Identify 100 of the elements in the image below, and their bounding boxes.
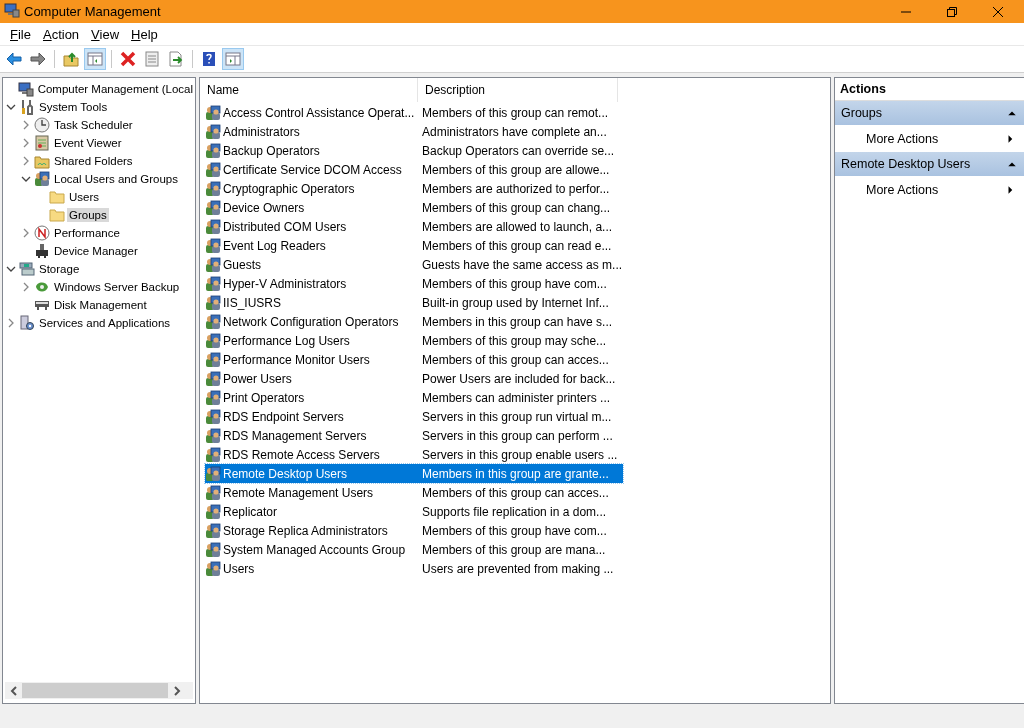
table-row[interactable]: Device Owners Members of this group can chang... — [205, 198, 623, 217]
horizontal-scrollbar[interactable] — [5, 682, 193, 699]
table-cell-text: Members of this group can read e... — [421, 238, 612, 253]
table-row[interactable]: Remote Desktop Users Members in this group are grante... — [205, 464, 623, 483]
table-cell-text: Members of this group have com... — [421, 523, 607, 538]
table-row[interactable]: RDS Remote Access Servers Servers in this group enable users ... — [205, 445, 623, 464]
table-cell: Power Users — [223, 371, 292, 386]
table-row[interactable]: Backup Operators Backup Operators can override se... — [205, 141, 623, 160]
group-icon — [205, 408, 221, 425]
table-cell: Access Control Assistance Operat... — [223, 105, 415, 120]
tree-item[interactable]: Performance — [52, 226, 122, 240]
table-cell: Performance Monitor Users — [223, 352, 370, 367]
section-title: Groups — [841, 106, 882, 120]
table-row[interactable]: Performance Monitor Users Members of this group can acces... — [205, 350, 623, 369]
table-row[interactable]: Performance Log Users Members of this group may sche... — [205, 331, 623, 350]
group-icon — [205, 275, 221, 292]
table-cell-text: Guests have the same access as m... — [421, 257, 623, 272]
table-row[interactable]: Users Users are prevented from making ... — [205, 559, 623, 578]
group-icon — [205, 142, 221, 159]
table-row[interactable]: Administrators Administrators have complete an... — [205, 122, 623, 141]
table-row[interactable]: RDS Endpoint Servers Servers in this group run virtual m... — [205, 407, 623, 426]
table-cell: Backup Operators — [223, 143, 320, 158]
tree-item[interactable]: Shared Folders — [52, 154, 135, 168]
table-cell: RDS Endpoint Servers — [223, 409, 344, 424]
table-cell-text: Members are allowed to launch, a... — [421, 219, 613, 234]
table-row[interactable]: Remote Management Users Members of this group can acces... — [205, 483, 623, 502]
table-row[interactable]: Network Configuration Operators Members in this group can have s... — [205, 312, 623, 331]
scrollbar-thumb[interactable] — [22, 683, 168, 698]
table-cell: IIS_IUSRS — [223, 295, 282, 310]
group-icon — [205, 351, 221, 368]
table-row[interactable]: System Managed Accounts Group Members of this group are mana... — [205, 540, 623, 559]
tree-item[interactable]: Task Scheduler — [52, 118, 135, 132]
window-title: Computer Management — [24, 4, 162, 19]
computer-icon — [4, 2, 20, 18]
table-cell-text: Members in this group are grante... — [421, 466, 609, 481]
table-row[interactable]: Storage Replica Administrators Members of this group have com... — [205, 521, 623, 540]
table-row[interactable]: Certificate Service DCOM Access Members of this group are allowe... — [205, 160, 623, 179]
menu-item[interactable]: Action — [36, 26, 86, 42]
column-header[interactable]: Description — [418, 78, 618, 102]
group-icon — [205, 294, 221, 311]
column-header[interactable]: Name — [200, 78, 418, 102]
storage-icon — [19, 261, 35, 277]
table-cell: RDS Management Servers — [223, 428, 367, 443]
tree-item[interactable]: Disk Management — [52, 298, 149, 312]
table-cell-text: Backup Operators can override se... — [421, 143, 615, 158]
action-item[interactable]: More Actions — [835, 125, 1024, 152]
table-cell: Network Configuration Operators — [223, 314, 399, 329]
table-row[interactable]: Power Users Power Users are included for back... — [205, 369, 623, 388]
table-cell: Event Log Readers — [223, 238, 326, 253]
menu-item[interactable]: Help — [125, 26, 164, 42]
table-cell: Distributed COM Users — [223, 219, 347, 234]
group-icon — [205, 484, 221, 501]
tree-item[interactable]: Windows Server Backup — [52, 280, 182, 294]
tree-item[interactable]: Groups — [67, 208, 109, 222]
table-cell: Storage Replica Administrators — [223, 523, 388, 538]
group-icon — [205, 370, 221, 387]
group-icon — [205, 503, 221, 520]
table-cell-text: Members of this group can chang... — [421, 200, 611, 215]
table-row[interactable]: Event Log Readers Members of this group can read e... — [205, 236, 623, 255]
menu-item[interactable]: View — [85, 26, 126, 42]
action-item[interactable]: More Actions — [835, 176, 1024, 203]
table-cell-text: Users are prevented from making ... — [421, 561, 614, 576]
table-cell-text: Members of this group are allowe... — [421, 162, 610, 177]
table-cell: Hyper-V Administrators — [223, 276, 347, 291]
group-icon — [205, 560, 221, 577]
table-row[interactable]: Hyper-V Administrators Members of this group have com... — [205, 274, 623, 293]
table-row[interactable]: Distributed COM Users Members are allowed to launch, a... — [205, 217, 623, 236]
table-cell: Certificate Service DCOM Access — [223, 162, 402, 177]
table-row[interactable]: Guests Guests have the same access as m... — [205, 255, 623, 274]
group-icon — [205, 446, 221, 463]
table-row[interactable]: Print Operators Members can administer printers ... — [205, 388, 623, 407]
table-row[interactable]: Cryptographic Operators Members are authorized to perfor... — [205, 179, 623, 198]
table-cell-text: Members of this group can acces... — [421, 352, 609, 367]
tree-item[interactable]: Computer Management (Local — [35, 82, 195, 96]
services-icon — [19, 315, 35, 331]
table-row[interactable]: Replicator Supports file replication in a dom... — [205, 502, 623, 521]
table-cell: Remote Desktop Users — [223, 466, 348, 481]
menu-item[interactable]: File — [4, 26, 37, 42]
tree-item[interactable]: Device Manager — [52, 244, 140, 258]
action-section-header[interactable]: Remote Desktop Users — [835, 152, 1024, 176]
tree-item[interactable]: Event Viewer — [52, 136, 124, 150]
tree-item[interactable]: System Tools — [37, 100, 110, 114]
tree-item[interactable]: Users — [67, 190, 102, 204]
action-section-header[interactable]: Groups — [835, 101, 1024, 125]
group-icon — [205, 104, 221, 121]
table-cell-text: Servers in this group can perform ... — [421, 428, 613, 443]
table-cell-text: Servers in this group enable users ... — [421, 447, 618, 462]
tree-item[interactable]: Storage — [37, 262, 82, 276]
table-row[interactable]: IIS_IUSRS Built-in group used by Internet Inf... — [205, 293, 623, 312]
shared-folder-icon — [34, 153, 50, 169]
group-icon — [205, 123, 221, 140]
table-cell: Print Operators — [223, 390, 305, 405]
group-icon — [205, 541, 221, 558]
table-row[interactable]: Access Control Assistance Operat... Members of this group can remot... — [205, 103, 623, 122]
tree-item[interactable]: Services and Applications — [37, 316, 173, 330]
table-cell-text: Members are authorized to perfor... — [421, 181, 610, 196]
table-row[interactable]: RDS Management Servers Servers in this group can perform ... — [205, 426, 623, 445]
table-cell: Replicator — [223, 504, 278, 519]
tree-item[interactable]: Local Users and Groups — [52, 172, 180, 186]
table-cell: Guests — [223, 257, 261, 272]
